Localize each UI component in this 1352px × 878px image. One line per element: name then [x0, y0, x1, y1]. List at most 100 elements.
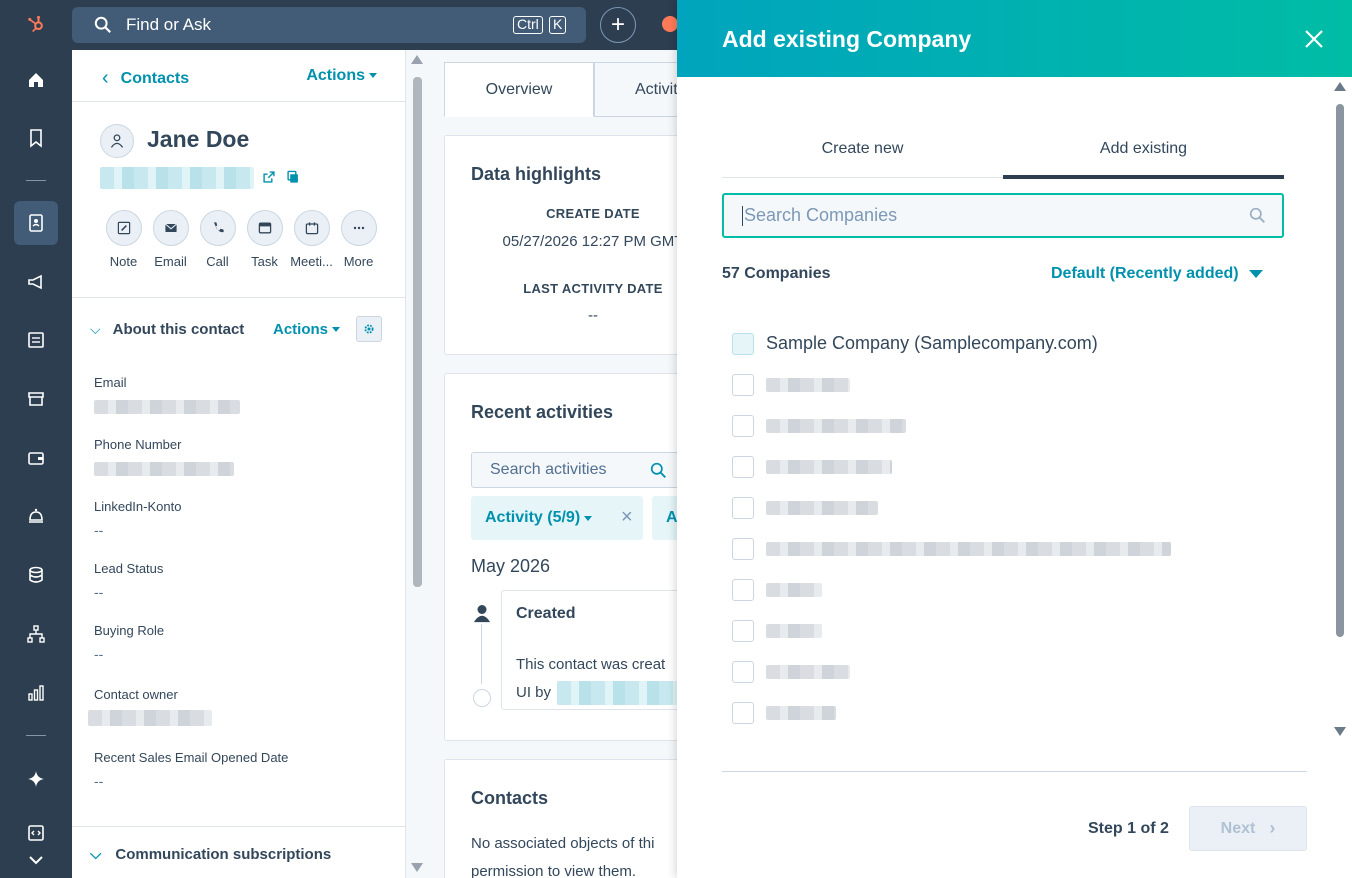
- company-name: Sample Company (Samplecompany.com): [766, 333, 1098, 353]
- commerce-store-icon[interactable]: [14, 377, 58, 421]
- call-action-button[interactable]: Call: [194, 210, 241, 269]
- list-item[interactable]: [732, 569, 1171, 610]
- sort-dropdown[interactable]: Default (Recently added): [1051, 265, 1263, 283]
- company-checkbox[interactable]: [732, 619, 754, 642]
- copy-icon[interactable]: [286, 170, 300, 184]
- panel-title: Add existing Company: [722, 26, 972, 52]
- about-actions-dropdown[interactable]: Actions: [273, 321, 341, 338]
- content-icon[interactable]: [14, 318, 58, 362]
- tab-create-new[interactable]: Create new: [722, 120, 1003, 178]
- company-list-scrollbar[interactable]: [1333, 82, 1347, 742]
- collapse-nav-chevron-icon[interactable]: [14, 838, 58, 878]
- company-name-redacted: [766, 582, 822, 597]
- next-button[interactable]: Next ›: [1189, 806, 1307, 851]
- tab-add-existing[interactable]: Add existing: [1003, 120, 1284, 179]
- contact-panel-scrollbar[interactable]: [410, 55, 424, 878]
- list-item[interactable]: [732, 651, 1171, 692]
- record-actions-dropdown[interactable]: Actions: [306, 67, 377, 85]
- caret-down-icon: [369, 73, 377, 79]
- create-plus-button[interactable]: +: [600, 7, 636, 43]
- company-checkbox[interactable]: [732, 701, 754, 724]
- timeline-event-created[interactable]: Created This contact was creat UI by: [501, 590, 677, 710]
- more-action-button[interactable]: More: [335, 210, 382, 269]
- property-contact-owner[interactable]: Contact owner: [88, 687, 384, 726]
- scroll-thumb[interactable]: [413, 77, 422, 587]
- all-users-filter-chip[interactable]: Al: [652, 496, 677, 540]
- scroll-down-arrow-icon[interactable]: [1334, 727, 1346, 736]
- bookmark-icon[interactable]: [14, 116, 58, 160]
- communication-subscriptions-header[interactable]: ⌵ Communication subscriptions: [90, 846, 331, 863]
- company-name-redacted: [766, 377, 850, 392]
- list-item[interactable]: [732, 528, 1171, 569]
- global-search-bar[interactable]: Find or Ask Ctrl K: [72, 7, 586, 43]
- about-section-title: About this contact: [112, 320, 245, 338]
- service-bell-icon[interactable]: [14, 494, 58, 538]
- company-checkbox[interactable]: [732, 660, 754, 683]
- wallet-icon[interactable]: [14, 436, 58, 480]
- activity-filter-chip[interactable]: Activity (5/9) ×: [471, 496, 643, 540]
- external-link-icon[interactable]: [262, 170, 276, 184]
- note-action-button[interactable]: Note: [100, 210, 147, 269]
- list-item[interactable]: [732, 446, 1171, 487]
- ai-sparkle-icon[interactable]: [14, 757, 58, 801]
- back-to-contacts-link[interactable]: ‹ Contacts: [102, 67, 189, 90]
- property-value-redacted: [94, 400, 240, 414]
- about-section-header[interactable]: ⌵ About this contact Actions: [90, 316, 390, 342]
- search-companies-placeholder: Search Companies: [744, 205, 898, 225]
- property-recent-sales-email-opened[interactable]: Recent Sales Email Opened Date --: [94, 750, 384, 789]
- home-icon[interactable]: [14, 58, 58, 102]
- property-lead-status[interactable]: Lead Status --: [94, 561, 384, 600]
- list-item[interactable]: [732, 364, 1171, 405]
- company-list: Sample Company (Samplecompany.com): [732, 323, 1171, 733]
- meeting-action-button[interactable]: Meeti...: [288, 210, 335, 269]
- property-buying-role[interactable]: Buying Role --: [94, 623, 384, 662]
- property-value-redacted: [88, 710, 212, 726]
- company-checkbox[interactable]: [732, 496, 754, 519]
- list-item[interactable]: [732, 610, 1171, 651]
- tab-overview[interactable]: Overview: [444, 62, 594, 117]
- company-name-redacted: [766, 705, 836, 720]
- list-item[interactable]: [732, 692, 1171, 733]
- footer-divider: [722, 771, 1307, 772]
- property-phone[interactable]: Phone Number: [94, 437, 384, 476]
- property-label: Buying Role: [94, 623, 165, 638]
- scroll-down-arrow-icon[interactable]: [411, 863, 423, 872]
- record-middle-column: Overview Activiti Data highlights CREATE…: [430, 50, 677, 878]
- scroll-up-arrow-icon[interactable]: [1334, 82, 1346, 91]
- person-icon: [473, 605, 491, 623]
- list-item[interactable]: [732, 487, 1171, 528]
- property-linkedin[interactable]: LinkedIn-Konto --: [94, 499, 384, 538]
- calendar-icon: [305, 222, 318, 235]
- search-companies-input[interactable]: Search Companies: [722, 193, 1284, 238]
- company-checkbox[interactable]: [732, 414, 754, 437]
- email-action-button[interactable]: Email: [147, 210, 194, 269]
- reporting-bar-chart-icon[interactable]: [14, 671, 58, 715]
- company-checkbox[interactable]: [732, 578, 754, 601]
- envelope-icon: [164, 223, 177, 232]
- company-checkbox[interactable]: [732, 537, 754, 560]
- hubspot-logo-icon[interactable]: [14, 2, 58, 46]
- close-icon[interactable]: ×: [621, 506, 633, 529]
- company-checkbox[interactable]: [732, 332, 754, 355]
- marketing-megaphone-icon[interactable]: [14, 260, 58, 304]
- tab-activities[interactable]: Activiti: [594, 62, 677, 117]
- database-icon[interactable]: [14, 553, 58, 597]
- upgrade-icon[interactable]: [662, 16, 678, 32]
- company-checkbox[interactable]: [732, 455, 754, 478]
- contacts-icon[interactable]: [14, 201, 58, 245]
- task-action-button[interactable]: Task: [241, 210, 288, 269]
- company-checkbox[interactable]: [732, 373, 754, 396]
- create-date-label: CREATE DATE: [546, 206, 640, 221]
- list-item[interactable]: Sample Company (Samplecompany.com): [732, 323, 1171, 364]
- property-email[interactable]: Email: [94, 375, 384, 414]
- close-icon[interactable]: [1303, 28, 1325, 50]
- scroll-thumb[interactable]: [1336, 104, 1344, 637]
- contacts-card-line-2: permission to view them.: [471, 863, 637, 878]
- list-item[interactable]: [732, 405, 1171, 446]
- text-cursor: [742, 205, 743, 226]
- activities-search-input[interactable]: Search activities: [471, 452, 677, 488]
- workflow-hierarchy-icon[interactable]: [14, 612, 58, 656]
- property-settings-button[interactable]: [356, 316, 382, 342]
- scroll-up-arrow-icon[interactable]: [411, 55, 423, 64]
- panel-tabs: Create new Add existing: [722, 120, 1284, 179]
